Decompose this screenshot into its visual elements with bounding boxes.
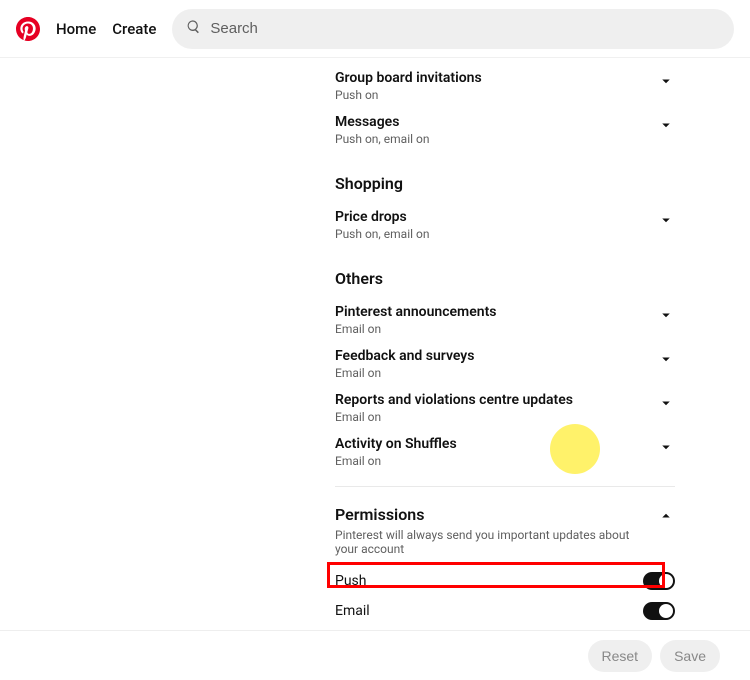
toggle-email[interactable] bbox=[643, 602, 675, 620]
row-title: Activity on Shuffles bbox=[335, 436, 657, 452]
permission-push: Push bbox=[335, 566, 675, 596]
nav-create[interactable]: Create bbox=[112, 20, 156, 38]
row-sub: Push on, email on bbox=[335, 227, 657, 241]
footer-bar: Reset Save bbox=[0, 630, 750, 680]
chevron-down-icon bbox=[657, 394, 675, 412]
row-sub: Email on bbox=[335, 366, 657, 380]
row-text: Reports and violations centre updates Em… bbox=[335, 392, 657, 424]
row-text: Price drops Push on, email on bbox=[335, 209, 657, 241]
row-title: Reports and violations centre updates bbox=[335, 392, 657, 408]
permissions-header[interactable]: Permissions Pinterest will always send y… bbox=[335, 487, 675, 566]
setting-row-reports[interactable]: Reports and violations centre updates Em… bbox=[335, 386, 675, 430]
row-sub: Push on, email on bbox=[335, 132, 657, 146]
row-text: Activity on Shuffles Email on bbox=[335, 436, 657, 468]
save-button[interactable]: Save bbox=[660, 640, 720, 672]
row-title: Group board invitations bbox=[335, 70, 657, 86]
chevron-down-icon bbox=[657, 306, 675, 324]
chevron-down-icon bbox=[657, 211, 675, 229]
row-sub: Push on bbox=[335, 88, 657, 102]
pinterest-logo-icon[interactable] bbox=[16, 17, 40, 41]
row-title: Messages bbox=[335, 114, 657, 130]
permission-label: Email bbox=[335, 603, 370, 619]
setting-row-shuffles[interactable]: Activity on Shuffles Email on bbox=[335, 430, 675, 474]
row-title: Pinterest announcements bbox=[335, 304, 657, 320]
row-title: Feedback and surveys bbox=[335, 348, 657, 364]
settings-content: Group board invitations Push on Messages… bbox=[335, 58, 675, 630]
setting-row-price-drops[interactable]: Price drops Push on, email on bbox=[335, 203, 675, 247]
top-header: Home Create bbox=[0, 0, 750, 58]
permissions-desc: Pinterest will always send you important… bbox=[335, 528, 635, 556]
chevron-down-icon bbox=[657, 350, 675, 368]
search-icon bbox=[186, 19, 202, 39]
chevron-down-icon bbox=[657, 438, 675, 456]
row-text: Feedback and surveys Email on bbox=[335, 348, 657, 380]
chevron-down-icon bbox=[657, 72, 675, 90]
row-sub: Email on bbox=[335, 454, 657, 468]
setting-row-feedback[interactable]: Feedback and surveys Email on bbox=[335, 342, 675, 386]
section-shopping: Shopping bbox=[335, 174, 675, 193]
row-text: Group board invitations Push on bbox=[335, 70, 657, 102]
setting-row-announcements[interactable]: Pinterest announcements Email on bbox=[335, 298, 675, 342]
chevron-down-icon bbox=[657, 116, 675, 134]
row-title: Price drops bbox=[335, 209, 657, 225]
permission-label: Push bbox=[335, 573, 367, 589]
chevron-up-icon bbox=[657, 507, 675, 525]
row-sub: Email on bbox=[335, 322, 657, 336]
search-input[interactable] bbox=[210, 20, 720, 37]
setting-row-group-invites[interactable]: Group board invitations Push on bbox=[335, 64, 675, 108]
reset-button[interactable]: Reset bbox=[588, 640, 653, 672]
nav-home[interactable]: Home bbox=[56, 20, 96, 38]
section-others: Others bbox=[335, 269, 675, 288]
row-text: Messages Push on, email on bbox=[335, 114, 657, 146]
row-text: Pinterest announcements Email on bbox=[335, 304, 657, 336]
toggle-push[interactable] bbox=[643, 572, 675, 590]
permissions-title: Permissions bbox=[335, 505, 635, 524]
search-field[interactable] bbox=[172, 9, 734, 49]
setting-row-messages[interactable]: Messages Push on, email on bbox=[335, 108, 675, 152]
row-sub: Email on bbox=[335, 410, 657, 424]
permission-email: Email bbox=[335, 596, 675, 626]
